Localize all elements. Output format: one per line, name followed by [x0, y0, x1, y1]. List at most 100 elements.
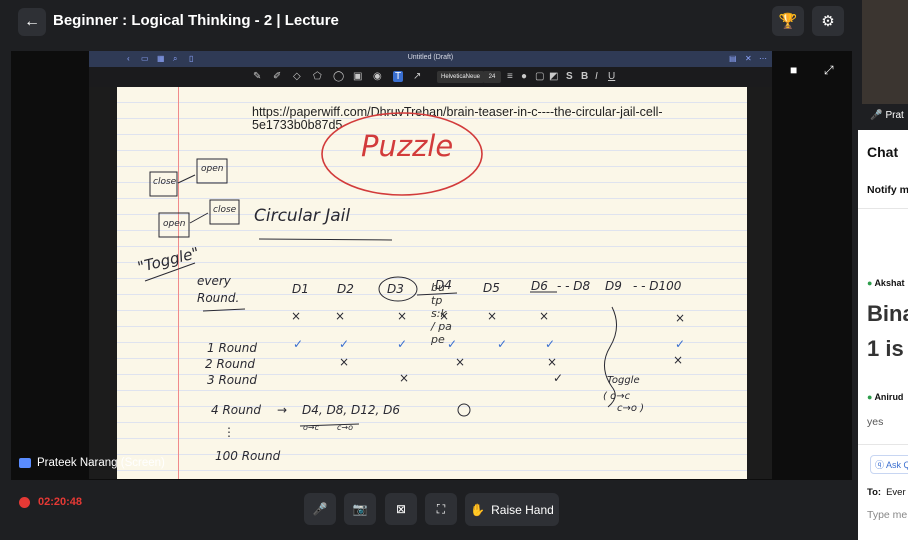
underline-circular-jail [258, 238, 393, 241]
screen-off-icon: ⊠ [395, 502, 407, 516]
close-icon: ✕ [745, 54, 752, 63]
fullscreen-icon: ⛶ [436, 501, 446, 516]
ask-question-button[interactable]: ⓠ Ask Q [870, 455, 908, 474]
round-100-label: 100 Round [215, 449, 281, 463]
mark-check: ✓ [497, 337, 508, 351]
presenter-name: Prateek Narang (Screen) [37, 457, 165, 469]
toggle-oc: ( o→c [603, 391, 631, 402]
chat-input[interactable]: Type me [867, 509, 907, 521]
chat-user: ● Akshat [867, 278, 905, 288]
chat-message-line-2: 1 is [867, 336, 904, 361]
lasso-icon: ◯ [333, 71, 345, 82]
pen-tool-icon: ✎ [253, 71, 262, 82]
round-4-label: 4 Round [211, 403, 261, 417]
every-round-label: every Round. [197, 274, 240, 305]
mic-button[interactable]: 🎤 [304, 493, 336, 525]
fullscreen-button[interactable]: ⛶ [425, 493, 457, 525]
notify-text: Notify m [867, 184, 908, 196]
screen-share-button[interactable]: ⊠ [385, 493, 417, 525]
raise-hand-button[interactable]: ✋ Raise Hand [465, 493, 559, 526]
door-d1: D1 [292, 282, 309, 296]
border-icon: ▢ [535, 71, 545, 82]
bold-button: B [581, 71, 589, 82]
mark-x: × [397, 309, 408, 323]
gear-icon: ⚙ [821, 13, 835, 30]
toggle-note: Toggle [607, 375, 640, 386]
door-d8-range: - - D8 [557, 279, 591, 293]
open-label-2: open [163, 219, 186, 229]
mark-x: × [291, 309, 302, 323]
door-d2: D2 [337, 282, 354, 296]
round-1-label: 1 Round [207, 341, 257, 355]
settings-button[interactable]: ⚙ [812, 6, 844, 36]
presenter-tag: Prateek Narang (Screen) [19, 457, 165, 469]
chat-message-line-1: Bina [867, 301, 908, 326]
puzzle-label: Puzzle [361, 129, 454, 163]
chat-user: ● Anirud [867, 392, 904, 402]
arrow-glyph: → [277, 403, 288, 417]
fill-icon: ◩ [549, 71, 559, 82]
chat-title: Chat [867, 144, 899, 160]
mark-x: × [675, 311, 686, 325]
recipient-selector[interactable]: To: Ever [867, 487, 906, 498]
mark-check: ✓ [397, 337, 408, 351]
screen-share-icon [19, 458, 31, 468]
chat-message: yes [867, 416, 884, 428]
recording-dot [19, 497, 30, 508]
back-button[interactable]: ← [18, 8, 46, 36]
top-bar: ← Beginner : Logical Thinking - 2 | Lect… [0, 0, 858, 44]
round-2-label: 2 Round [205, 357, 255, 371]
right-panel: 🎤Prat Chat Notify m ●Akshat Bina 1 is ●A… [858, 0, 908, 540]
mark-x: × [339, 355, 350, 369]
divider [858, 208, 908, 209]
camera-button[interactable]: 📷 [344, 493, 376, 525]
highlighter-icon: ✐ [273, 71, 282, 82]
mark-x: × [455, 355, 466, 369]
participant-tile: 🎤 Prat [858, 0, 908, 130]
participant-name: Prat [885, 110, 904, 121]
camera-tool-icon: ◉ [373, 71, 382, 82]
toggle-co: c→o ) [617, 403, 645, 414]
pages-icon: ▤ [729, 54, 737, 63]
text-tool-icon: T [393, 71, 404, 82]
circular-jail-label: Circular Jail [254, 206, 351, 226]
raise-hand-label: Raise Hand [491, 502, 554, 517]
mark-x: × [539, 309, 550, 323]
round-4-doors: D4, D8, D12, D6 [302, 403, 401, 417]
mark-x: × [673, 353, 684, 367]
arrow-2 [189, 212, 209, 224]
hand-icon: ✋ [470, 502, 486, 517]
round-3-label: 3 Round [207, 373, 257, 387]
underline-button: U [608, 71, 616, 82]
door-d9: D9 [605, 279, 622, 293]
small-circle [457, 403, 471, 417]
door-d5: D5 [483, 281, 500, 295]
vertical-dots: ⋮ [223, 425, 235, 439]
arrow-1 [177, 174, 196, 184]
online-dot: ● [867, 278, 873, 288]
color-dot-icon: ● [521, 71, 528, 82]
open-label-1: open [201, 164, 224, 174]
video-off-icon[interactable]: ■ [790, 63, 797, 77]
shared-screen: ‹ ▭ ▦ ⌕ ▯ Untitled (Draft) ▤ ✕ ⋯ ✎ ✐ ◇ ⬠… [89, 51, 772, 479]
round-4-co: c→o [337, 423, 353, 432]
expand-icon[interactable]: ⤢ [824, 63, 834, 78]
font-name-box: HelveticaNeue [437, 71, 485, 83]
door-d3: D3 [387, 282, 404, 296]
mark-check: ✓ [675, 337, 686, 351]
app-title-bar: ‹ ▭ ▦ ⌕ ▯ Untitled (Draft) ▤ ✕ ⋯ [89, 51, 772, 67]
question-icon: ⓠ [875, 460, 887, 470]
image-icon: ▣ [353, 71, 363, 82]
mark-x: × [399, 371, 410, 385]
mark-check: ✓ [545, 337, 556, 351]
italic-button: I [595, 71, 598, 82]
mic-icon: 🎤 [870, 110, 883, 121]
door-d6: D6 [531, 279, 548, 293]
document-title: Untitled (Draft) [407, 54, 454, 61]
mark-check: ✓ [293, 337, 304, 351]
close-label-1: close [153, 177, 177, 187]
overlay-text: bu tp s:k / pa pe [431, 281, 452, 346]
leaderboard-button[interactable]: 🏆 [772, 6, 804, 36]
divider [858, 444, 908, 445]
round-4-oc: o→c [303, 423, 319, 432]
